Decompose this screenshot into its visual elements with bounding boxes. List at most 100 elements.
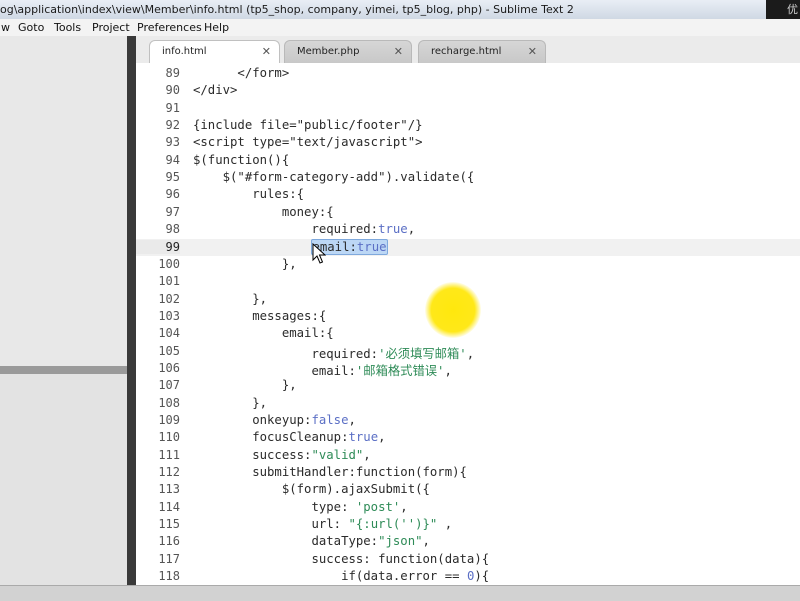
code-editor[interactable]: 89 </form> 90 </div> 91 92 {include file="pub…	[136, 63, 800, 585]
window-titlebar: og\application\index\view\Member\info.ht…	[0, 0, 800, 20]
menu-tools[interactable]: Tools	[54, 19, 81, 36]
code-token: {include file="public/footer"/}	[193, 118, 423, 133]
line-number: 96	[165, 187, 180, 202]
code-token: required:	[193, 346, 379, 361]
tab-label: recharge.html	[431, 46, 502, 57]
tab-member-php[interactable]: Member.php ✕	[284, 40, 412, 63]
line-number: 99	[136, 239, 180, 254]
code-token: </form>	[193, 66, 290, 80]
code-token: true	[348, 430, 379, 445]
window-title: og\application\index\view\Member\info.ht…	[0, 3, 574, 16]
line-number: 98	[165, 222, 180, 237]
code-line[interactable]: </form>	[193, 66, 289, 80]
code-token: email:	[193, 363, 356, 378]
code-line[interactable]: },	[193, 396, 267, 410]
line-number: 108	[158, 395, 180, 410]
menu-project[interactable]: Project	[92, 19, 130, 36]
code-token: },	[193, 256, 297, 271]
code-line[interactable]: success: function(data){	[193, 552, 489, 566]
watermark: 优	[766, 0, 800, 19]
code-line[interactable]: $("#form-category-add").validate({	[193, 170, 475, 185]
line-number: 109	[158, 413, 180, 427]
code-line[interactable]: submitHandler:function(form){	[193, 465, 467, 479]
line-number: 89	[165, 66, 180, 80]
code-line[interactable]: type: 'post',	[193, 499, 408, 514]
code-line[interactable]: email:{	[193, 326, 334, 340]
code-line[interactable]: email:'邮箱格式错误',	[193, 361, 452, 379]
code-line[interactable]: },	[193, 257, 297, 271]
code-line[interactable]: required:'必须填写邮箱',	[193, 344, 474, 362]
code-token: email:{	[193, 326, 334, 341]
code-line[interactable]: $(function(){	[193, 153, 289, 167]
code-line[interactable]: dataType:"json",	[193, 534, 430, 549]
line-number: 91	[165, 100, 180, 115]
tab-strip: info.html ✕ Member.php ✕ recharge.html ✕	[136, 36, 800, 64]
line-number: 93	[165, 135, 180, 150]
sidebar	[0, 36, 128, 585]
code-token: </div>	[193, 83, 238, 98]
code-token: dataType:	[193, 534, 379, 549]
close-icon[interactable]: ✕	[394, 41, 403, 63]
menu-help[interactable]: Help	[204, 19, 229, 36]
code-line[interactable]: focusCleanup:true,	[193, 430, 386, 445]
code-line[interactable]: money:{	[193, 205, 334, 219]
line-number: 100	[158, 256, 180, 271]
code-token: $(function(){	[193, 152, 290, 167]
line-number: 104	[158, 326, 180, 341]
code-token: rules:{	[193, 187, 305, 202]
sidebar-lower-pane	[0, 374, 127, 585]
status-bar	[0, 585, 800, 601]
code-line[interactable]: onkeyup:false,	[193, 413, 356, 427]
code-token: submitHandler:function(form){	[193, 465, 467, 480]
line-number: 106	[158, 360, 180, 375]
code-token: type:	[193, 499, 356, 514]
line-number: 105	[158, 343, 180, 358]
tab-recharge-html[interactable]: recharge.html ✕	[418, 40, 546, 63]
code-line[interactable]: email:true	[193, 238, 388, 255]
tab-info-html[interactable]: info.html ✕	[149, 40, 280, 64]
menu-view[interactable]: w	[1, 19, 10, 36]
sidebar-splitter[interactable]	[127, 36, 136, 585]
code-line[interactable]: url: "{:url('')}" ,	[193, 517, 452, 531]
code-token: true	[378, 222, 408, 237]
code-line[interactable]: },	[193, 292, 267, 306]
menu-preferences[interactable]: Preferences	[137, 19, 202, 36]
code-line[interactable]: </div>	[193, 83, 237, 97]
line-number: 116	[158, 534, 180, 549]
code-token: ,	[407, 222, 416, 237]
code-line[interactable]: messages:{	[193, 309, 326, 323]
code-token: $("#form-category-add").validate({	[193, 170, 475, 185]
code-line[interactable]: success:"valid",	[193, 448, 370, 462]
code-token: ,	[422, 534, 430, 549]
code-line[interactable]: $(form).ajaxSubmit({	[193, 482, 430, 496]
close-icon[interactable]: ✕	[528, 41, 537, 63]
code-line[interactable]: rules:{	[193, 187, 304, 201]
code-line[interactable]: },	[193, 378, 297, 392]
line-number: 107	[158, 378, 180, 393]
code-token: url:	[193, 517, 349, 532]
code-line[interactable]: <script type="text/javascript">	[193, 135, 423, 149]
code-token: ,	[378, 430, 386, 445]
close-icon[interactable]: ✕	[262, 41, 271, 63]
mouse-pointer-icon	[312, 243, 326, 264]
tab-label: Member.php	[297, 46, 360, 57]
code-token: ,	[348, 413, 356, 427]
line-number: 101	[158, 274, 180, 289]
code-line[interactable]: {include file="public/footer"/}	[193, 118, 423, 132]
code-line[interactable]: required:true,	[193, 222, 415, 236]
menu-bar: w Goto Tools Project Preferences Help	[0, 19, 800, 37]
line-number: 103	[158, 308, 180, 323]
code-line[interactable]: if(data.error == 0){	[193, 569, 489, 583]
code-token: <script type="text/javascript">	[193, 135, 423, 150]
menu-goto[interactable]: Goto	[18, 19, 44, 36]
code-token: ,	[400, 499, 408, 514]
line-number: 94	[165, 152, 180, 167]
sidebar-divider[interactable]	[0, 366, 127, 374]
code-token: '邮箱格式错误'	[355, 363, 445, 378]
code-token: money:{	[193, 204, 334, 219]
code-token: },	[193, 378, 297, 393]
code-token: focusCleanup:	[193, 430, 349, 445]
code-token: ,	[444, 363, 452, 378]
line-number: 115	[158, 517, 180, 532]
